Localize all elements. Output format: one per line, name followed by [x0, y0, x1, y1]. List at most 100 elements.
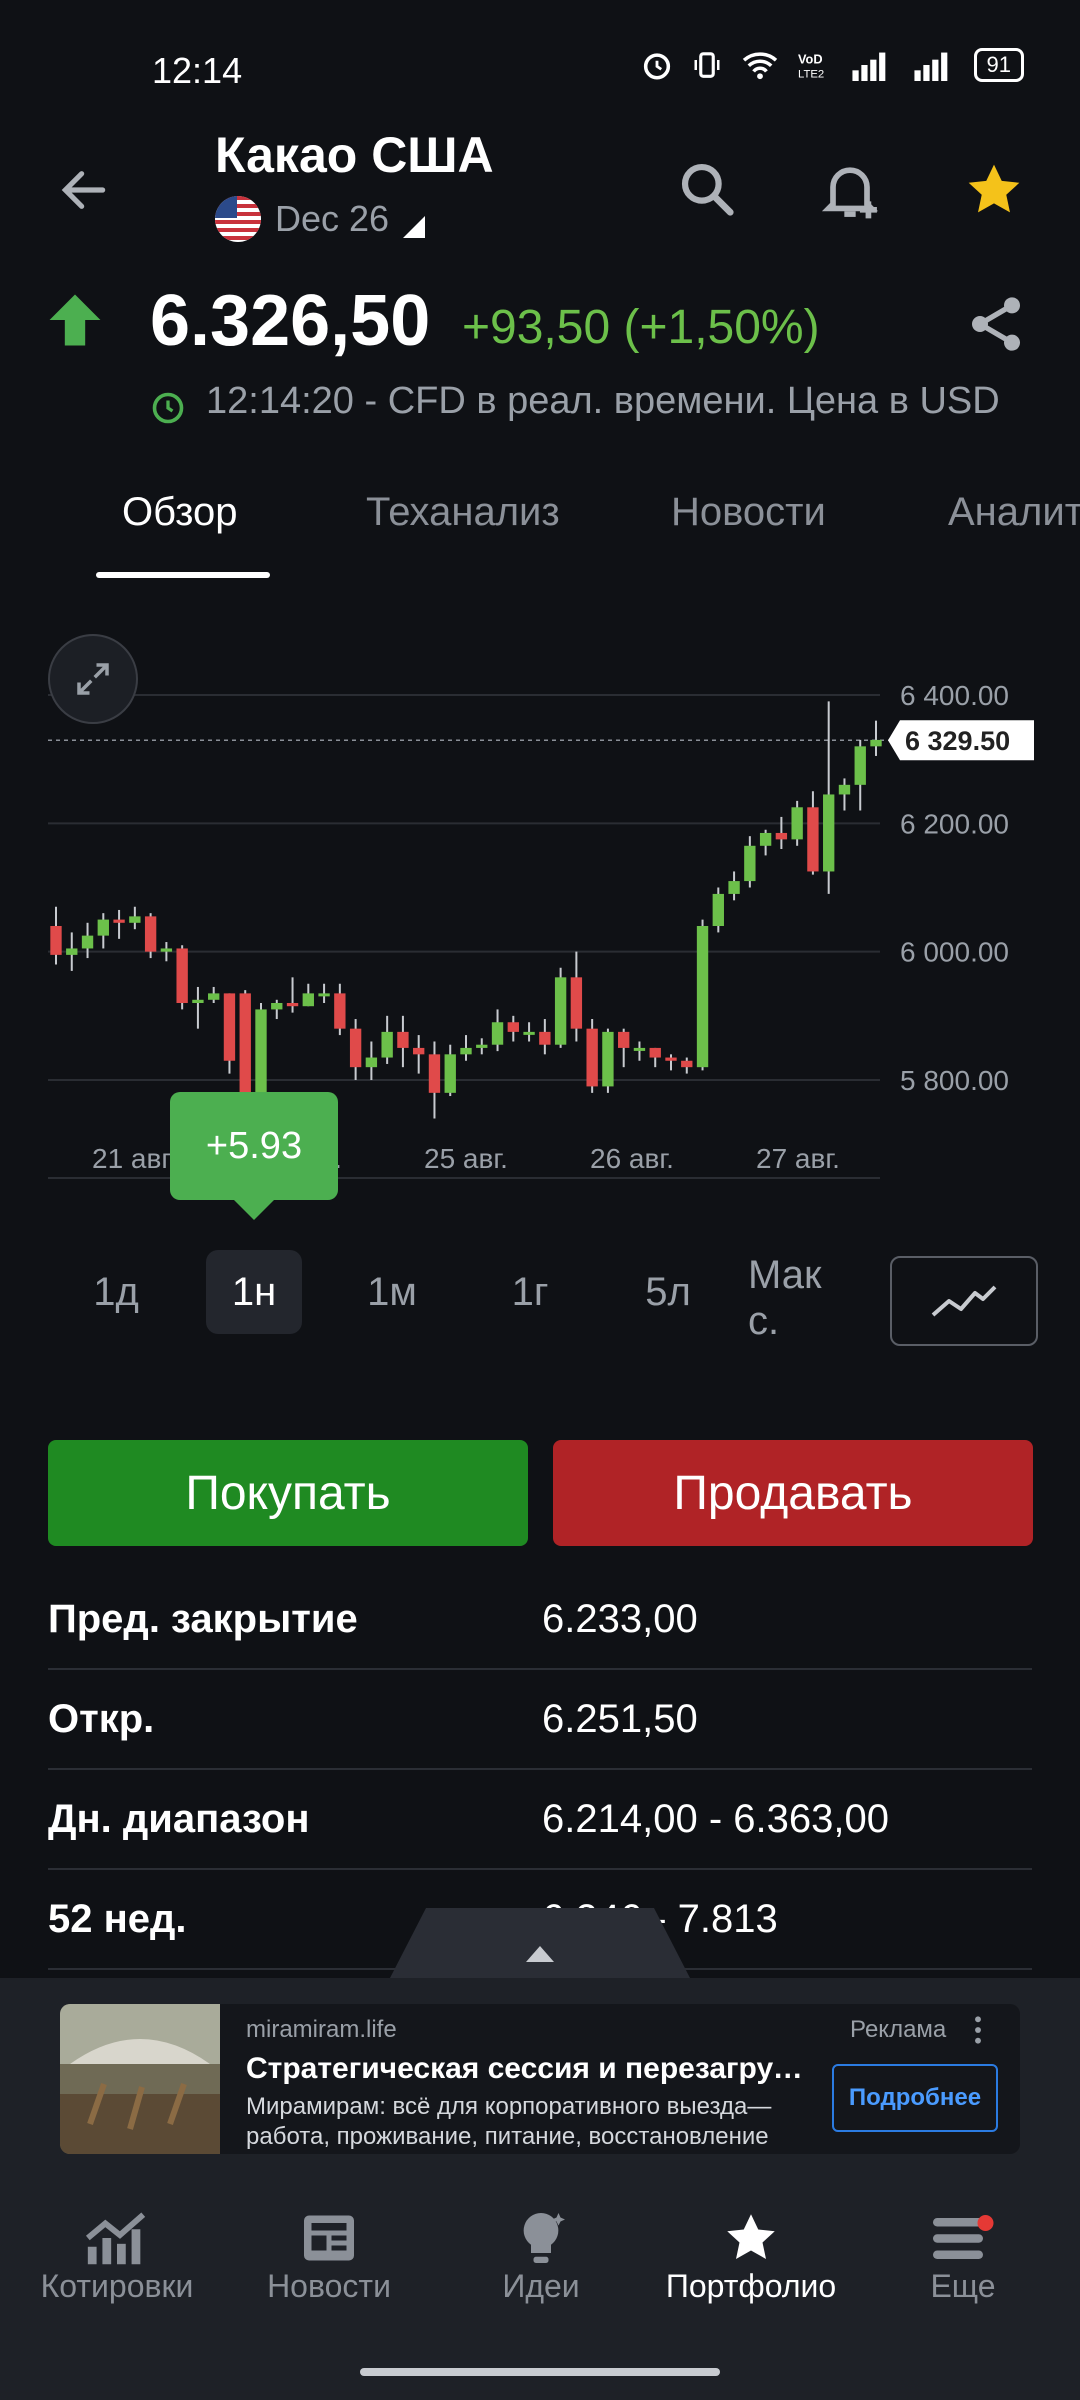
candle-down — [507, 1022, 519, 1032]
x-tick-label: 26 авг. — [590, 1143, 674, 1174]
candle-up — [823, 794, 835, 872]
nav-more[interactable]: Еще — [858, 2208, 1068, 2305]
vibrate-icon — [694, 52, 720, 78]
price-chart[interactable]: 6 400.00 6 200.00 6 000.00 5 800.00 6 329.50… — [0, 600, 1080, 1220]
favorite-star-icon[interactable] — [962, 158, 1026, 222]
candle-up — [791, 807, 803, 840]
period-1d[interactable]: 1д — [68, 1250, 164, 1334]
period-1m[interactable]: 1м — [344, 1250, 440, 1334]
y-tick-label: 6 200.00 — [900, 808, 1009, 839]
nav-label: Новости — [267, 2268, 391, 2304]
nav-news[interactable]: Новости — [224, 2208, 434, 2305]
alarm-icon — [643, 53, 670, 80]
candle-down — [144, 916, 157, 952]
change-tooltip: +5.93 — [170, 1092, 338, 1200]
period-1y[interactable]: 1г — [482, 1250, 578, 1334]
stat-label: Дн. диапазон — [48, 1796, 310, 1841]
ad-cta-button[interactable]: Подробнее — [832, 2064, 998, 2132]
signal-icon — [851, 52, 885, 81]
tab-technical[interactable]: Теханализ — [366, 490, 560, 535]
contract-label: Dec 26 — [275, 198, 390, 239]
news-icon — [304, 2215, 354, 2261]
candle-up — [97, 919, 109, 936]
more-vert-icon[interactable] — [970, 2014, 986, 2046]
x-tick-label: 21 авг. — [92, 1143, 176, 1174]
tab-overview[interactable]: Обзор — [122, 490, 238, 535]
candle-up — [633, 1047, 646, 1051]
tab-analysis[interactable]: Аналит — [948, 490, 1080, 535]
contract-selector[interactable]: Dec 26 — [215, 196, 426, 242]
candle-down — [223, 993, 236, 1061]
tooltip-pointer — [232, 1198, 276, 1220]
chevron-up-icon[interactable] — [524, 1944, 556, 1964]
candle-down — [807, 807, 819, 872]
candle-down — [428, 1054, 441, 1093]
candle-down — [586, 1028, 598, 1087]
last-price-label: 6 329.50 — [905, 726, 1010, 756]
candle-up — [129, 916, 141, 923]
candle-up — [192, 999, 204, 1003]
candle-up — [476, 1044, 488, 1048]
home-indicator[interactable] — [360, 2368, 720, 2376]
ideas-bulb-icon — [523, 2213, 565, 2263]
candle-up — [602, 1031, 614, 1087]
candle-up — [208, 993, 220, 1000]
nav-ideas[interactable]: Идеи — [436, 2208, 646, 2305]
candle-up — [728, 881, 740, 894]
active-tab-indicator — [96, 572, 270, 578]
expand-icon — [77, 663, 109, 695]
period-5y[interactable]: 5л — [620, 1250, 716, 1334]
quotes-chart-icon — [85, 2212, 146, 2265]
stat-value: 6.251,50 — [542, 1696, 698, 1741]
section-tabs: Обзор Теханализ Новости Аналит — [0, 470, 1080, 580]
candle-down — [649, 1047, 661, 1058]
candle-down — [286, 1003, 299, 1007]
signal-icon-2 — [913, 52, 947, 81]
stat-label: Пред. закрытие — [48, 1596, 358, 1641]
ad-sheet-handle[interactable] — [390, 1908, 690, 1978]
back-arrow-icon[interactable] — [56, 162, 112, 218]
stat-row-prev-close: Пред. закрытие 6.233,00 — [48, 1570, 1032, 1670]
period-1w[interactable]: 1н — [206, 1250, 302, 1334]
us-flag-icon — [215, 196, 261, 242]
nav-quotes[interactable]: Котировки — [12, 2208, 222, 2305]
stat-value: 6.214,00 - 6.363,00 — [542, 1796, 889, 1841]
sell-button[interactable]: Продавать — [553, 1440, 1033, 1546]
share-icon[interactable] — [964, 292, 1028, 356]
add-alert-icon[interactable] — [816, 156, 884, 224]
ad-label: Реклама — [850, 2016, 947, 2043]
period-max[interactable]: Мак с. — [748, 1250, 858, 1346]
candle-down — [176, 948, 188, 1003]
candle-up — [81, 935, 94, 949]
buy-button[interactable]: Покупать — [48, 1440, 528, 1546]
tab-news[interactable]: Новости — [671, 490, 826, 535]
instrument-title: Какао США — [215, 127, 494, 183]
price-change: +93,50 (+1,50%) — [462, 301, 820, 354]
nav-label: Идеи — [502, 2268, 580, 2304]
stat-row-day-range: Дн. диапазон 6.214,00 - 6.363,00 — [48, 1770, 1032, 1870]
svg-text:VoD: VoD — [798, 52, 823, 67]
last-price: 6.326,50 — [150, 281, 431, 361]
clock-icon — [152, 392, 184, 424]
candle-up — [365, 1057, 378, 1068]
chart-type-button[interactable] — [890, 1256, 1038, 1346]
search-icon[interactable] — [676, 158, 738, 220]
nav-label: Котировки — [40, 2268, 194, 2304]
expand-chart-button[interactable] — [48, 634, 138, 724]
dropdown-triangle-icon — [403, 216, 426, 238]
nav-portfolio[interactable]: Портфолио — [646, 2208, 856, 2305]
y-tick-label: 6 000.00 — [900, 937, 1009, 968]
ad-image[interactable] — [60, 2004, 220, 2154]
candle-up — [66, 948, 78, 955]
candle-up — [381, 1031, 393, 1058]
stat-label: Откр. — [48, 1696, 155, 1741]
volte-icon: VoD LTE2 — [798, 52, 824, 81]
candle-up — [460, 1047, 472, 1055]
ad-domain: miramiram.life — [246, 2016, 397, 2043]
candle-up — [523, 1031, 535, 1035]
candle-down — [334, 993, 346, 1029]
candle-down — [113, 919, 125, 923]
candle-up — [444, 1054, 456, 1093]
candle-up — [491, 1022, 504, 1045]
battery-indicator: 91 — [973, 48, 1024, 82]
